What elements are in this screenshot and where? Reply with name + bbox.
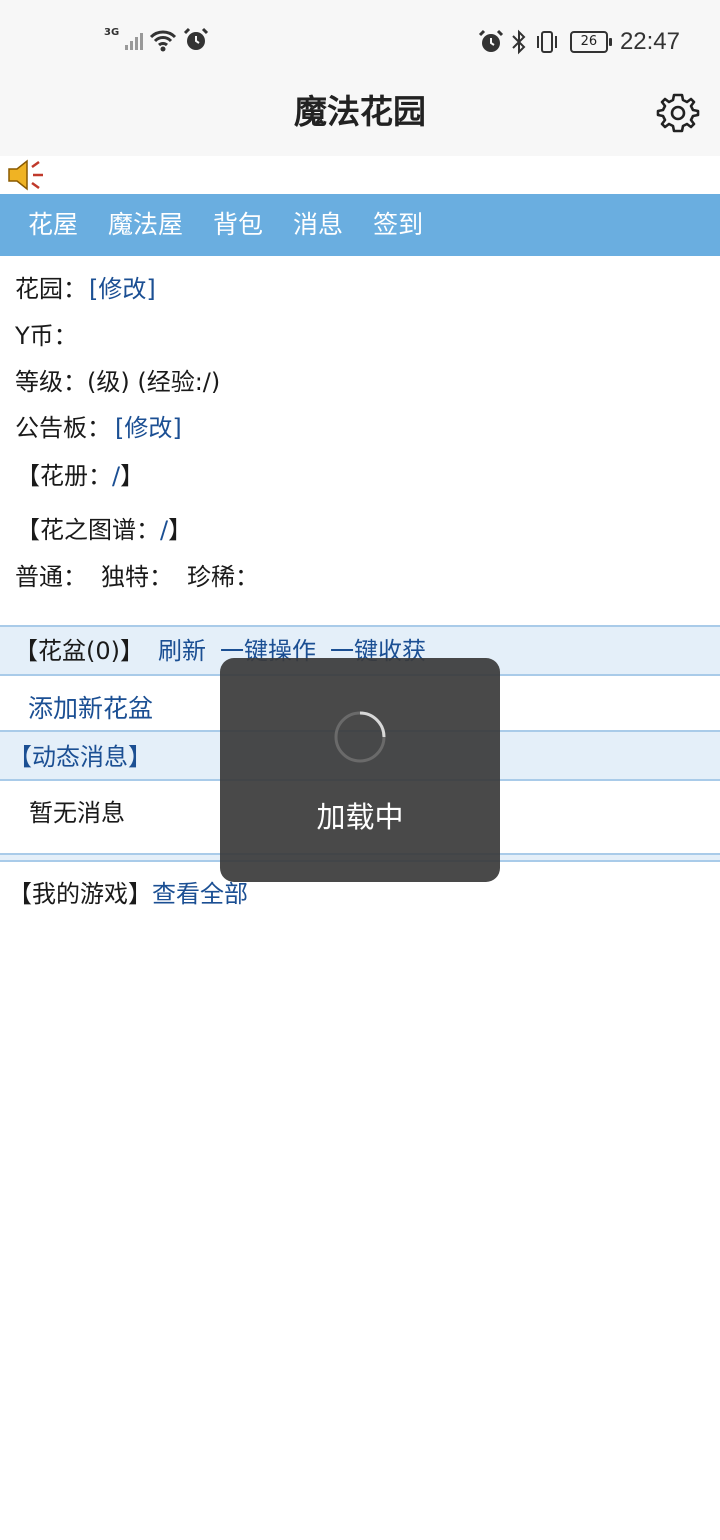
settings-button[interactable] (656, 91, 700, 135)
coins-label: Y币： (15, 322, 78, 350)
loading-toast: 加载中 (220, 658, 500, 882)
flower-book-link[interactable]: / (112, 462, 120, 490)
status-right-icons: 26 22:47 (478, 24, 680, 60)
board-row: 公告板： [修改] (15, 413, 182, 443)
flower-book-close: 】 (120, 462, 145, 490)
flower-book-open: 【花册： (16, 462, 112, 490)
status-bar: 3G 26 22:47 (0, 0, 720, 80)
main-nav: 花屋 魔法屋 背包 消息 签到 (0, 194, 720, 256)
gear-icon (656, 93, 700, 133)
board-edit-link[interactable]: [修改] (115, 414, 182, 442)
signal-icon (125, 33, 144, 50)
rarity-rare: 珍稀： (187, 563, 259, 591)
alarm-icon (478, 29, 503, 52)
nav-item-magic-house[interactable]: 魔法屋 (108, 210, 183, 240)
board-label: 公告板： (15, 414, 111, 442)
atlas-open: 【花之图谱： (16, 516, 160, 544)
garden-edit-link[interactable]: [修改] (89, 275, 156, 303)
nav-item-backpack[interactable]: 背包 (213, 210, 263, 240)
nav-item-flower-house[interactable]: 花屋 (28, 210, 78, 240)
battery-icon: 26 (569, 31, 612, 53)
garden-label: 花园： (15, 275, 87, 303)
my-games-row: 【我的游戏】查看全部 (8, 879, 248, 909)
nav-item-messages[interactable]: 消息 (293, 210, 343, 240)
rarity-unique: 独特： (101, 563, 173, 591)
loading-spinner-icon (334, 711, 386, 763)
bluetooth-icon (512, 29, 526, 55)
wifi-icon (150, 30, 177, 52)
nav-item-check-in[interactable]: 签到 (373, 210, 423, 240)
my-games-title: 【我的游戏】 (8, 880, 152, 908)
loading-text: 加载中 (316, 800, 404, 834)
network-type-label: 3G (104, 27, 120, 38)
vibrate-icon (536, 31, 557, 53)
app-header: 魔法花园 (0, 80, 720, 156)
atlas-link[interactable]: / (160, 516, 168, 544)
add-pot-link[interactable]: 添加新花盆 (28, 694, 153, 724)
atlas-close: 】 (168, 516, 193, 544)
flower-book-row: 【花册：/】 (16, 461, 144, 491)
activity-title: 【动态消息】 (8, 743, 152, 771)
level-text: 等级：(级) (经验:/) (15, 368, 221, 396)
empty-messages-text: 暂无消息 (29, 799, 125, 827)
clock: 22:47 (619, 28, 680, 55)
atlas-row: 【花之图谱：/】 (16, 515, 192, 545)
view-all-link[interactable]: 查看全部 (152, 880, 248, 908)
rarity-normal: 普通： (15, 563, 87, 591)
status-left-icons: 3G (104, 24, 209, 56)
rarity-row: 普通： 独特： 珍稀： (15, 562, 259, 592)
sound-toggle[interactable] (6, 158, 46, 192)
page-title: 魔法花园 (294, 92, 426, 131)
level-row: 等级：(级) (经验:/) (15, 367, 220, 397)
battery-level: 26 (580, 34, 598, 49)
coins-row: Y币： (15, 321, 78, 351)
refresh-link[interactable]: 刷新 (158, 637, 206, 665)
alarm-icon (184, 27, 209, 50)
garden-row: 花园：[修改] (15, 274, 156, 304)
speaker-icon (8, 159, 43, 191)
pots-title: 【花盆(0)】 (14, 637, 144, 665)
